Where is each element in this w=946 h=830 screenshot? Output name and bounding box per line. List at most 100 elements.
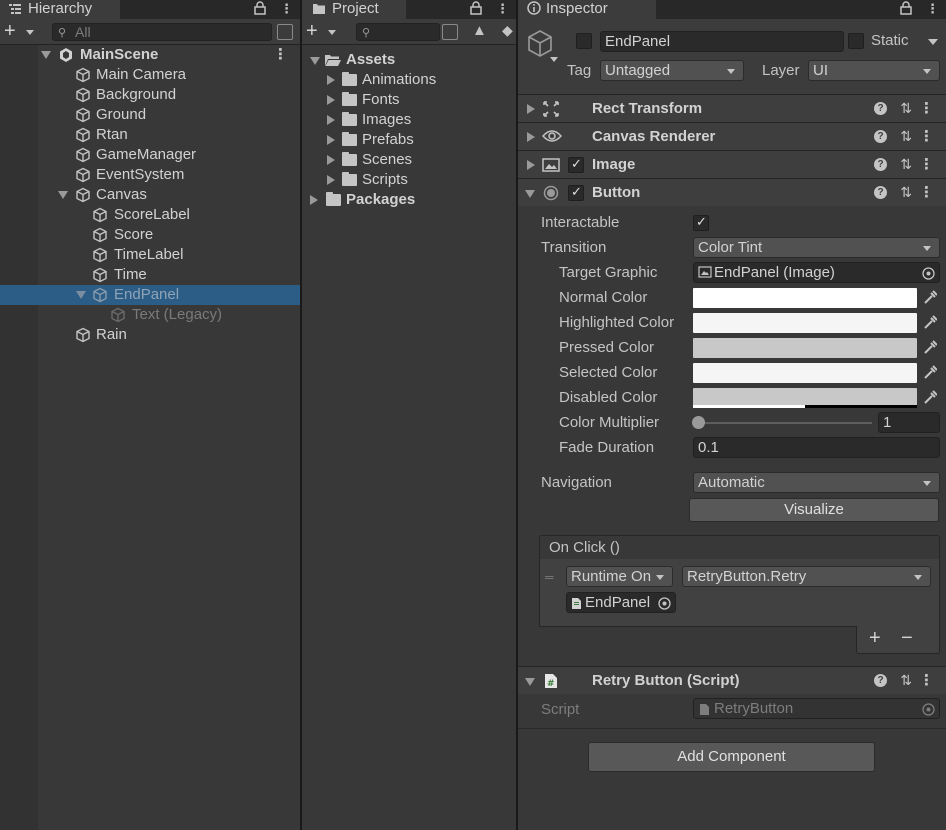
target-graphic-field[interactable]: EndPanel (Image) [693, 262, 940, 283]
hierarchy-item[interactable]: ScoreLabel [0, 205, 300, 225]
help-icon[interactable]: ? [874, 186, 887, 199]
function-dropdown[interactable]: RetryButton.Retry [682, 566, 931, 587]
preset-icon[interactable]: ⇅ [900, 128, 912, 145]
hierarchy-item-canvas[interactable]: Canvas [0, 185, 300, 205]
tab-hierarchy[interactable]: Hierarchy [0, 0, 120, 19]
preset-icon[interactable]: ⇅ [900, 156, 912, 173]
image-enabled-checkbox[interactable] [568, 156, 584, 173]
create-button[interactable]: + [306, 21, 342, 42]
expand-arrow-icon[interactable] [41, 51, 51, 59]
project-folder[interactable]: Images [302, 110, 516, 130]
help-icon[interactable]: ? [874, 158, 887, 171]
expand-arrow-icon[interactable] [58, 191, 68, 199]
project-assets-row[interactable]: Assets [302, 50, 516, 70]
component-menu-icon[interactable]: ⋮ [919, 127, 934, 145]
search-options-icon[interactable] [277, 24, 293, 40]
pressed-color-swatch[interactable] [693, 338, 917, 358]
component-menu-icon[interactable]: ⋮ [919, 155, 934, 173]
hierarchy-item[interactable]: Rain [0, 325, 300, 345]
eyedropper-icon[interactable] [923, 364, 938, 380]
hierarchy-item[interactable]: Time [0, 265, 300, 285]
component-retry-button-script[interactable]: # Retry Button (Script) ? ⇅ ⋮ [518, 666, 946, 694]
preset-icon[interactable]: ⇅ [900, 184, 912, 201]
drag-handle-icon[interactable]: ═ [545, 570, 554, 584]
hierarchy-item[interactable]: Ground [0, 105, 300, 125]
hierarchy-item[interactable]: TimeLabel [0, 245, 300, 265]
hierarchy-item[interactable]: Text (Legacy) [0, 305, 300, 325]
hierarchy-search-input[interactable]: ⚲ All [52, 23, 272, 41]
color-multiplier-slider-track[interactable] [698, 422, 872, 424]
filter-icon[interactable]: ◆ [502, 22, 513, 39]
preset-icon[interactable]: ⇅ [900, 672, 912, 689]
component-button[interactable]: Button ? ⇅ ⋮ [518, 178, 946, 206]
help-icon[interactable]: ? [874, 674, 887, 687]
expand-arrow-icon[interactable] [527, 132, 535, 142]
component-menu-icon[interactable]: ⋮ [919, 183, 934, 201]
expand-arrow-icon[interactable] [327, 115, 335, 125]
project-folder[interactable]: Scenes [302, 150, 516, 170]
object-name-field[interactable]: EndPanel [600, 31, 844, 52]
expand-arrow-icon[interactable] [527, 160, 535, 170]
eyedropper-icon[interactable] [923, 289, 938, 305]
component-menu-icon[interactable]: ⋮ [919, 671, 934, 689]
project-packages-row[interactable]: Packages [302, 190, 516, 210]
component-rect-transform[interactable]: Rect Transform ? ⇅ ⋮ [518, 94, 946, 122]
static-dropdown-icon[interactable] [928, 39, 938, 45]
component-image[interactable]: Image ? ⇅ ⋮ [518, 150, 946, 178]
panel-splitter[interactable] [300, 0, 302, 830]
collapse-arrow-icon[interactable] [525, 678, 535, 686]
collapse-arrow-icon[interactable] [525, 190, 535, 198]
fade-duration-field[interactable]: 0.1 [693, 437, 940, 458]
target-object-field[interactable]: EndPanel [566, 592, 676, 613]
lock-icon[interactable] [900, 1, 912, 18]
hierarchy-item[interactable]: Main Camera [0, 65, 300, 85]
selected-color-swatch[interactable] [693, 363, 917, 383]
tab-project[interactable]: Project [302, 0, 406, 19]
expand-arrow-icon[interactable] [327, 75, 335, 85]
highlighted-color-swatch[interactable] [693, 313, 917, 333]
help-icon[interactable]: ? [874, 102, 887, 115]
object-picker-icon[interactable] [922, 266, 935, 282]
project-folder[interactable]: Animations [302, 70, 516, 90]
add-component-button[interactable]: Add Component [588, 742, 875, 772]
expand-arrow-icon[interactable] [527, 104, 535, 114]
panel-splitter[interactable] [516, 0, 518, 830]
object-picker-icon[interactable] [658, 596, 671, 612]
scene-row[interactable]: MainScene ⋮ [0, 45, 300, 65]
eyedropper-icon[interactable] [923, 339, 938, 355]
layer-dropdown[interactable]: UI [808, 60, 940, 81]
project-folder[interactable]: Fonts [302, 90, 516, 110]
hierarchy-item-selected[interactable]: EndPanel [0, 285, 300, 305]
eyedropper-icon[interactable] [923, 389, 938, 405]
expand-arrow-icon[interactable] [327, 155, 335, 165]
lock-icon[interactable] [254, 1, 266, 18]
tag-dropdown[interactable]: Untagged [600, 60, 744, 81]
color-multiplier-slider-thumb[interactable] [692, 416, 705, 429]
panel-menu-icon[interactable]: ⋮ [926, 1, 939, 17]
scene-menu-icon[interactable]: ⋮ [273, 45, 288, 65]
expand-arrow-icon[interactable] [310, 195, 318, 205]
project-search-input[interactable]: ⚲ [356, 23, 440, 41]
preset-icon[interactable]: ⇅ [900, 100, 912, 117]
visualize-button[interactable]: Visualize [689, 498, 939, 522]
transition-dropdown[interactable]: Color Tint [693, 237, 940, 258]
navigation-dropdown[interactable]: Automatic [693, 472, 940, 493]
tab-inspector[interactable]: Inspector [518, 0, 656, 19]
component-canvas-renderer[interactable]: Canvas Renderer ? ⇅ ⋮ [518, 122, 946, 150]
hierarchy-item[interactable]: GameManager [0, 145, 300, 165]
search-by-label-icon[interactable]: ▲ [472, 22, 487, 39]
lock-icon[interactable] [470, 1, 482, 18]
interactable-checkbox[interactable] [693, 214, 709, 231]
hierarchy-item[interactable]: Background [0, 85, 300, 105]
static-checkbox[interactable] [848, 33, 864, 49]
disabled-color-swatch[interactable] [693, 388, 917, 408]
search-by-type-icon[interactable] [442, 24, 458, 40]
active-checkbox[interactable] [576, 33, 592, 49]
remove-event-button[interactable]: − [901, 627, 913, 650]
panel-menu-icon[interactable]: ⋮ [280, 1, 293, 17]
expand-arrow-icon[interactable] [310, 57, 320, 65]
project-folder[interactable]: Scripts [302, 170, 516, 190]
component-menu-icon[interactable]: ⋮ [919, 99, 934, 117]
hierarchy-item[interactable]: Rtan [0, 125, 300, 145]
color-multiplier-field[interactable]: 1 [878, 412, 940, 433]
